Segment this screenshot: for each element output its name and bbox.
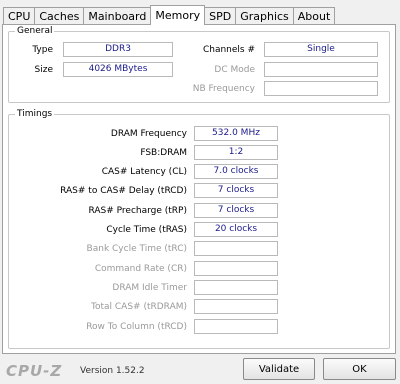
tab-bar: CPU Caches Mainboard Memory SPD Graphics…: [3, 5, 336, 25]
tab-about[interactable]: About: [292, 7, 336, 24]
timing-value: [194, 280, 278, 295]
tab-mainboard[interactable]: Mainboard: [83, 7, 152, 24]
channels-label: Channels #: [202, 45, 255, 55]
tab-spd[interactable]: SPD: [204, 7, 237, 24]
timing-value: 1:2: [194, 145, 278, 160]
timing-value: 7 clocks: [194, 203, 278, 218]
timing-label: FSB:DRAM: [140, 148, 187, 158]
version-label: Version 1.52.2: [80, 366, 145, 376]
timing-label: CAS# Latency (CL): [101, 167, 187, 177]
timing-label: Bank Cycle Time (tRC): [86, 244, 187, 254]
size-value: 4026 MBytes: [63, 62, 173, 77]
dc-mode-label: DC Mode: [214, 65, 255, 75]
validate-button[interactable]: Validate: [243, 358, 315, 380]
cpuz-logo: CPU-Z: [6, 362, 63, 380]
tab-caches[interactable]: Caches: [34, 7, 85, 24]
timing-label: Total CAS# (tRDRAM): [91, 302, 187, 312]
timing-value: [194, 319, 278, 334]
timing-value: 7.0 clocks: [194, 164, 278, 179]
timing-value: 20 clocks: [194, 222, 278, 237]
nb-frequency-value: [264, 81, 378, 96]
timing-label: Command Rate (CR): [94, 264, 187, 274]
type-value: DDR3: [63, 42, 173, 57]
tab-graphics[interactable]: Graphics: [235, 7, 294, 24]
timing-label: Cycle Time (tRAS): [106, 225, 187, 235]
nb-frequency-label: NB Frequency: [192, 84, 255, 94]
timing-value: [194, 241, 278, 256]
timing-value: 532.0 MHz: [194, 126, 278, 141]
dc-mode-value: [264, 62, 378, 77]
timing-value: [194, 299, 278, 314]
general-legend: General: [17, 26, 53, 36]
timing-value: [194, 261, 278, 276]
timing-label: RAS# Precharge (tRP): [88, 206, 187, 216]
size-label: Size: [34, 65, 53, 75]
memory-panel: General Type DDR3 Size 4026 MBytes Chann…: [2, 24, 396, 354]
timing-label: Row To Column (tRCD): [86, 322, 187, 332]
tab-cpu[interactable]: CPU: [3, 7, 36, 24]
type-label: Type: [32, 45, 53, 55]
tab-memory[interactable]: Memory: [150, 5, 206, 25]
timing-label: DRAM Idle Timer: [112, 283, 187, 293]
timing-label: RAS# to CAS# Delay (tRCD): [60, 186, 187, 196]
ok-button[interactable]: OK: [323, 358, 396, 380]
timing-label: DRAM Frequency: [110, 129, 187, 139]
timings-legend: Timings: [17, 109, 53, 119]
timing-value: 7 clocks: [194, 183, 278, 198]
channels-value: Single: [264, 42, 378, 57]
